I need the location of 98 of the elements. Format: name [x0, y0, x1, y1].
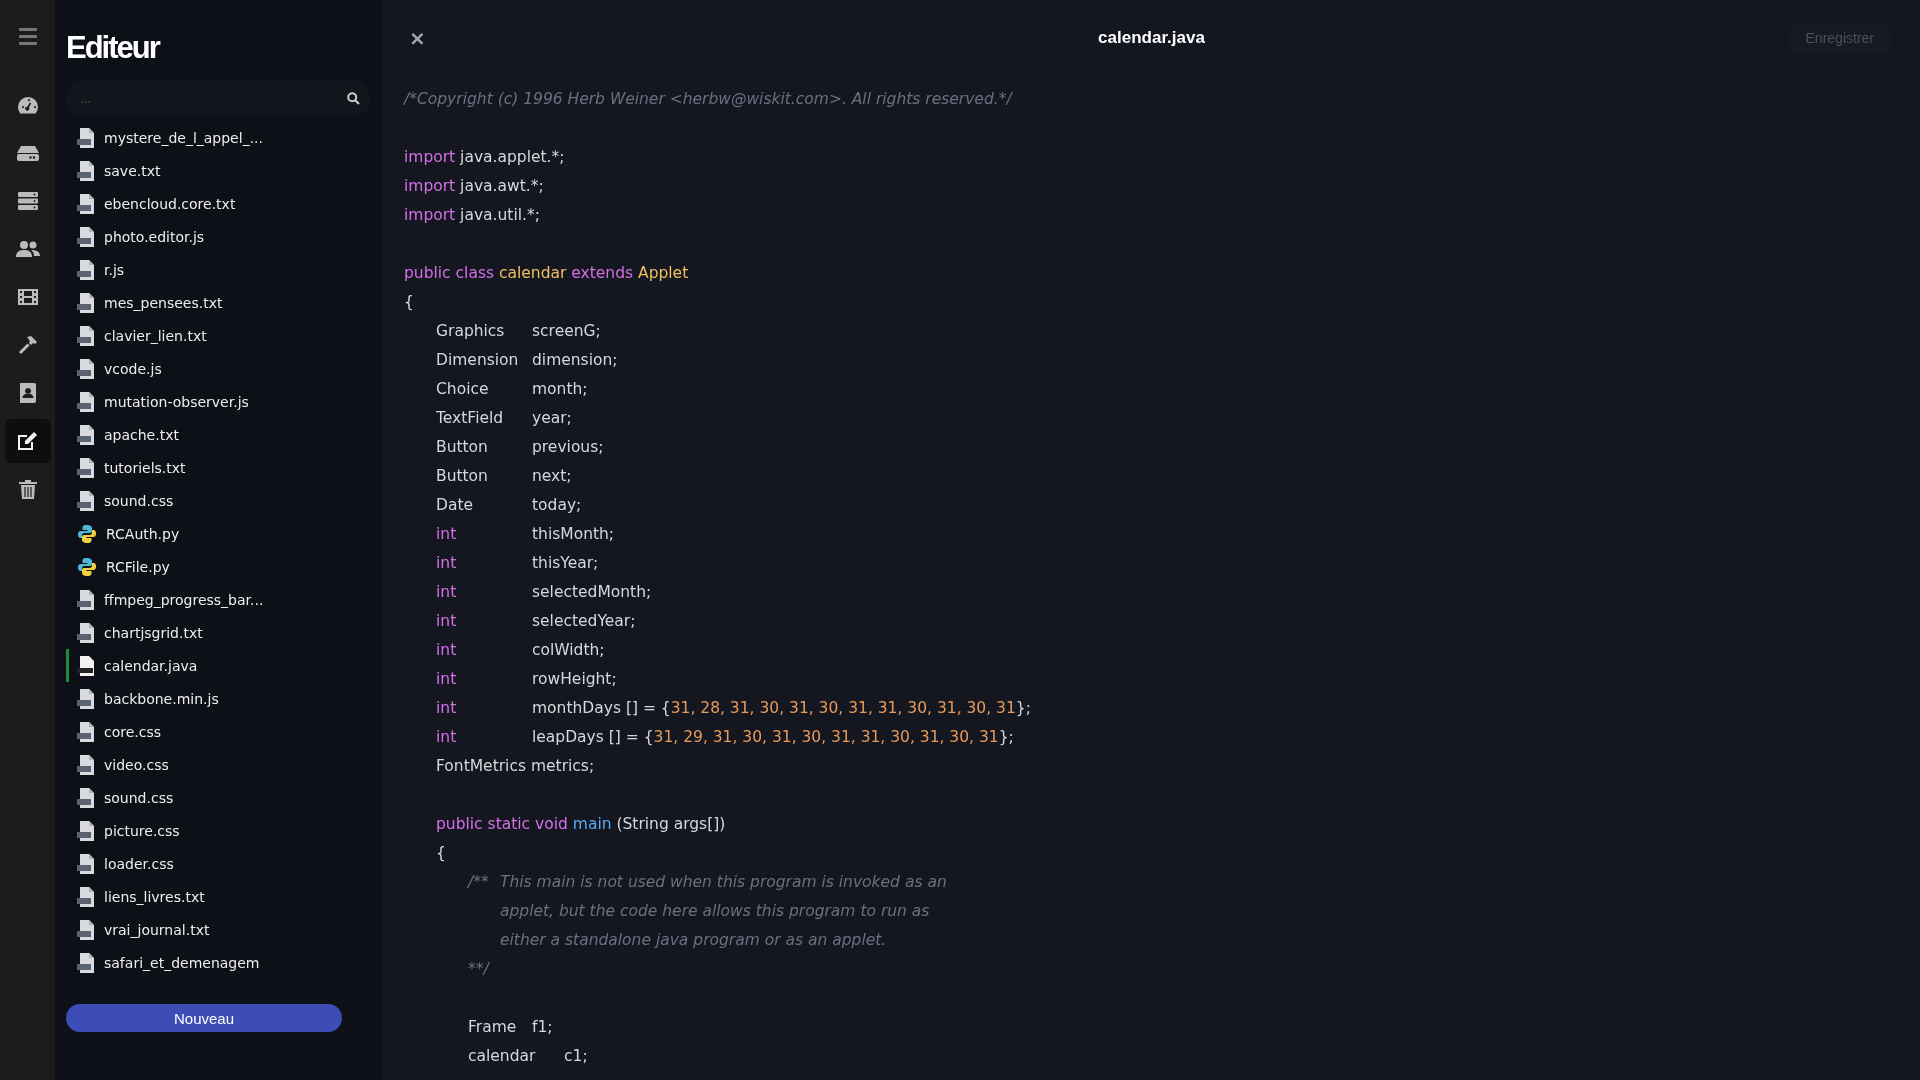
code-line: /*Copyright (c) 1996 Herb Weiner <herbw@wiskit.com>. All rights reserved.*/: [404, 89, 1012, 110]
contact-book-icon: [18, 383, 37, 403]
code-line: int monthDays [] = {31, 28, 31, 30, 31, 30, 31, 31, 30, 31, 30, 31};: [436, 698, 1031, 719]
file-item[interactable]: video.css: [66, 748, 370, 781]
code-line: /** This main is not used when this program is invoked as an: [468, 872, 947, 893]
code-line: {: [404, 292, 414, 313]
code-line: applet, but the code here allows this program to run as: [499, 901, 930, 922]
file-item[interactable]: RCAuth.py: [66, 517, 370, 550]
file-item[interactable]: mutation-observer.js: [66, 385, 370, 418]
nav-item[interactable]: [4, 419, 51, 463]
dashboard-gauge-icon: [16, 96, 39, 114]
file-icon: [77, 688, 95, 709]
file-item[interactable]: save.txt: [66, 154, 370, 187]
file-item[interactable]: picture.css: [66, 814, 370, 847]
file-icon: [77, 589, 95, 610]
file-title: calendar.java: [1098, 27, 1205, 47]
code-line: TextField year;: [436, 408, 572, 429]
file-icon: [77, 358, 95, 379]
file-item[interactable]: mes_pensees.txt: [66, 286, 370, 319]
code-line: int rowHeight;: [436, 669, 617, 690]
file-item[interactable]: r.js: [66, 253, 370, 286]
code-line: calendar c1;: [468, 1046, 588, 1067]
file-icon: [77, 721, 95, 742]
file-icon: [77, 160, 95, 181]
file-icon: [77, 127, 95, 148]
trash-icon: [18, 479, 37, 499]
app-title: Editeur: [66, 30, 159, 66]
code-line: int selectedYear;: [436, 611, 636, 632]
file-icon: [77, 325, 95, 346]
file-item[interactable]: ebencloud.core.txt: [66, 187, 370, 220]
code-line: int thisYear;: [436, 553, 599, 574]
code-line: int leapDays [] = {31, 29, 31, 30, 31, 30, 31, 31, 30, 31, 30, 31};: [436, 727, 1014, 748]
file-item[interactable]: core.css: [66, 715, 370, 748]
code-line: int colWidth;: [436, 640, 605, 661]
code-line: FontMetrics metrics;: [436, 756, 595, 777]
file-item[interactable]: sound.css: [66, 781, 370, 814]
code-line: {: [436, 843, 446, 864]
file-item[interactable]: chartjsgrid.txt: [66, 616, 370, 649]
code-line: Graphics screenG;: [436, 321, 601, 342]
file-icon: [77, 787, 95, 808]
code-line: public static void main (String args[]): [436, 814, 726, 835]
file-item[interactable]: vcode.js: [66, 352, 370, 385]
file-icon: [77, 292, 95, 313]
film-icon: [17, 289, 38, 305]
file-item[interactable]: backbone.min.js: [66, 682, 370, 715]
code-line: Date today;: [436, 495, 582, 516]
file-icon: [77, 952, 95, 973]
file-item[interactable]: photo.editor.js: [66, 220, 370, 253]
file-item[interactable]: liens_livres.txt: [66, 880, 370, 913]
python-icon: [77, 556, 97, 577]
python-icon: [77, 523, 97, 544]
hard-drive-icon: [16, 145, 39, 161]
code-line: int thisMonth;: [436, 524, 615, 545]
file-icon: [77, 226, 95, 247]
new-button[interactable]: Nouveau: [66, 1004, 342, 1032]
file-item[interactable]: vrai_journal.txt: [66, 913, 370, 946]
file-icon: [77, 622, 95, 643]
file-item[interactable]: RCFile.py: [66, 550, 370, 583]
file-item[interactable]: clavier_lien.txt: [66, 319, 370, 352]
file-item[interactable]: apache.txt: [66, 418, 370, 451]
code-line: Button previous;: [436, 437, 604, 458]
code-line: int selectedMonth;: [436, 582, 652, 603]
code-line: import java.util.*;: [404, 205, 540, 226]
file-icon: [77, 457, 95, 478]
file-item[interactable]: sound.css: [66, 484, 370, 517]
file-icon: [77, 391, 95, 412]
code-line: either a standalone java program or as an applet.: [499, 930, 887, 951]
code-line: public class calendar extends Applet: [404, 263, 689, 284]
file-icon: [77, 919, 95, 940]
file-icon: [77, 490, 95, 511]
file-icon: [77, 259, 95, 280]
code-line: import java.applet.*;: [404, 147, 565, 168]
users-icon: [15, 240, 40, 258]
file-item[interactable]: tutoriels.txt: [66, 451, 370, 484]
code-line: Dimension dimension;: [436, 350, 618, 371]
file-item[interactable]: ffmpeg_progress_bar...: [66, 583, 370, 616]
search-field[interactable]: ...: [66, 80, 370, 117]
file-icon: [77, 853, 95, 874]
file-item[interactable]: safari_et_demenagem: [66, 946, 370, 979]
file-icon: [77, 886, 95, 907]
close-button[interactable]: ×: [405, 25, 430, 50]
search-icon: [347, 92, 360, 105]
file-icon: [77, 754, 95, 775]
edit-icon: [16, 431, 39, 451]
file-item[interactable]: calendar.java: [66, 649, 370, 682]
code-line: Choice month;: [436, 379, 588, 400]
file-item[interactable]: mystere_de_l_appel_...: [66, 121, 370, 154]
file-icon: [77, 820, 95, 841]
file-item[interactable]: loader.css: [66, 847, 370, 880]
code-line: **/: [468, 959, 489, 980]
file-icon: [77, 193, 95, 214]
hammer-icon: [17, 335, 38, 355]
code-line: Frame f1;: [468, 1017, 553, 1038]
code-line: Button next;: [436, 466, 572, 487]
code-line: import java.awt.*;: [404, 176, 544, 197]
file-icon: [77, 424, 95, 445]
java-file-icon: [77, 655, 95, 676]
server-icon: [17, 192, 38, 210]
